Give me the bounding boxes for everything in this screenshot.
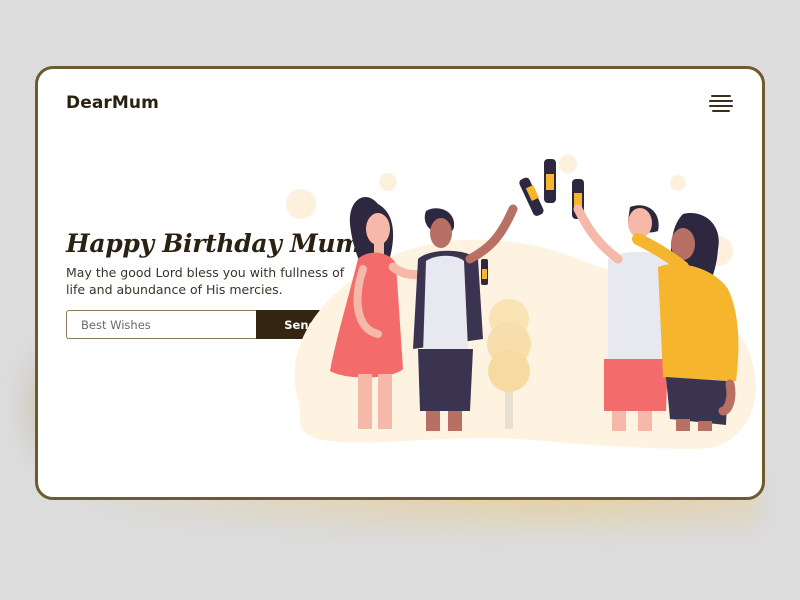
brand-logo[interactable]: DearMum: [66, 93, 159, 113]
wishes-input[interactable]: [66, 310, 256, 339]
hamburger-menu-icon[interactable]: [709, 93, 735, 115]
deco-circle: [379, 173, 397, 191]
celebration-illustration: [286, 155, 756, 449]
tree-leaf: [488, 350, 530, 392]
deco-circle: [286, 189, 316, 219]
deco-circle: [670, 175, 686, 191]
deco-circle: [559, 155, 577, 173]
page-card: DearMum Happy Birthday Mum May the good …: [35, 66, 765, 500]
